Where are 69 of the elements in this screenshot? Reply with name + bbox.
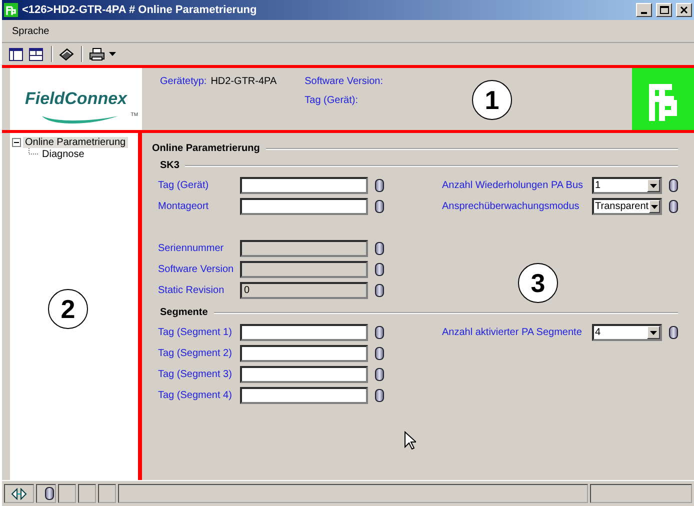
dropdown[interactable]: 1 [592,177,662,194]
input-field[interactable] [240,387,368,404]
section-title: SK3 [160,160,180,171]
logo-text: FieldConnex [24,89,127,109]
swoosh-icon [40,114,120,126]
input-field[interactable] [240,177,368,194]
dropdown[interactable]: Transparent [592,198,662,215]
input-field[interactable] [240,366,368,383]
section-title: Segmente [160,307,208,318]
field-label: Tag (Gerät) [158,180,210,191]
print-button[interactable] [88,45,117,63]
caret-icon [650,330,657,334]
cylinder-icon [375,368,384,381]
cylinder-icon [375,179,384,192]
window-title: <126>HD2-GTR-4PA # Online Parametrierung [22,4,258,16]
field-label: Software Version [158,264,235,275]
dropdown[interactable]: 4 [592,324,662,341]
field-label: Static Revision [158,285,226,296]
status-pane [58,484,76,503]
cylinder-icon [669,179,678,192]
input-field[interactable] [240,198,368,215]
cylinder-icon [375,284,384,297]
info-label: Tag (Gerät): [304,95,359,106]
field-label: Seriennummer [158,243,225,254]
field-label: Anzahl aktivierter PA Segmente [442,327,583,338]
info-label: Software Version: [304,76,384,87]
cylinder-icon [375,326,384,339]
cylinder-icon [375,242,384,255]
mouse-pointer-icon [404,431,416,450]
caret-icon [650,204,658,208]
cylinder-icon [375,200,384,213]
info-label: Gerätetyp: [160,76,207,87]
input-field[interactable] [240,324,368,341]
field-label: Tag (Segment 4) [158,390,233,401]
callout-number: 3 [518,263,558,303]
collapse-icon[interactable] [12,138,21,147]
layout-button[interactable] [8,45,26,63]
field-label: Tag (Segment 2) [158,348,233,359]
close-button[interactable] [676,3,692,17]
info-value: HD2-GTR-4PA [210,76,277,87]
field-label: Ansprechüberwachungsmodus [442,201,580,212]
status-pane [78,484,96,503]
callout-number: 2 [48,289,88,329]
field-label: Tag (Segment 3) [158,369,233,380]
close-icon [680,6,688,14]
cylinder-icon [375,389,384,402]
printer-icon [89,48,105,60]
caret-icon [650,184,657,188]
layout-button[interactable] [28,45,46,63]
page-title: Online Parametrierung [152,143,260,154]
field-label: Anzahl Wiederholungen PA Bus [442,180,584,191]
menu-item[interactable]: Sprache [12,26,50,36]
tree-item[interactable]: Online Parametrierung [23,137,128,148]
field-label: Montageort [158,201,210,212]
cylinder-icon [669,326,678,339]
cylinder-icon [669,200,678,213]
input-field[interactable] [240,345,368,362]
field-label: Tag (Segment 1) [158,327,233,338]
cylinder-icon [45,487,54,500]
tree-item[interactable]: Diagnose [40,148,86,160]
caret-icon [109,52,116,56]
callout-number: 1 [472,80,512,120]
status-pane [98,484,116,503]
cylinder-icon [375,263,384,276]
cylinder-icon [375,347,384,360]
maximize-icon [660,6,668,14]
minimize-button[interactable] [636,3,652,17]
app-icon [4,3,18,17]
maximize-button[interactable] [656,3,672,17]
